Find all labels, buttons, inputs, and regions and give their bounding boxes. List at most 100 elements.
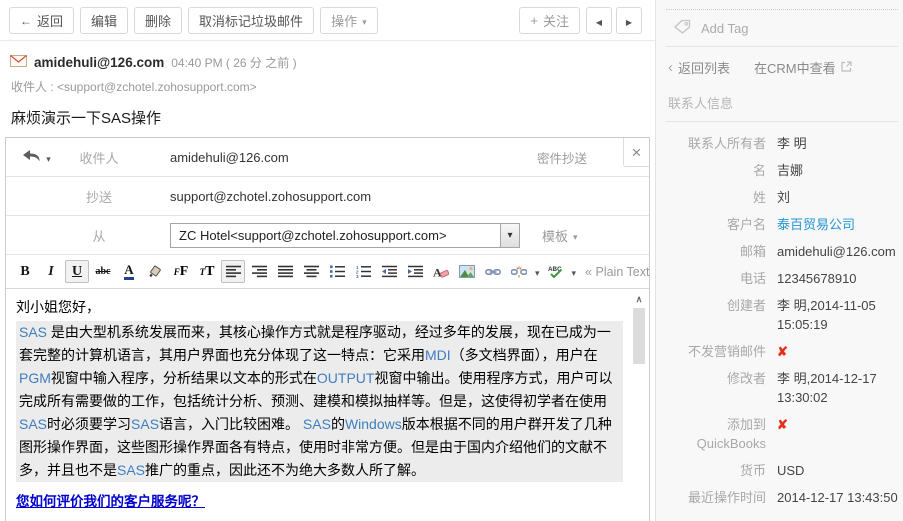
reply-mode-cell xyxy=(6,149,68,165)
field-label: 客户名 xyxy=(726,217,766,232)
arrow-left-icon xyxy=(596,13,602,28)
align-left-icon[interactable] xyxy=(221,260,245,283)
cross-icon: ✘ xyxy=(777,344,788,359)
editor-toolbar: BIUabcAFFTT123AABC « Plain Text xyxy=(6,255,649,289)
from-address-value: ZC Hotel<support@zchotel.zohosupport.com… xyxy=(179,227,447,243)
spellcheck-icon[interactable]: ABC xyxy=(544,260,568,283)
reply-icon[interactable] xyxy=(23,149,41,165)
previous-record-button[interactable] xyxy=(586,6,612,34)
sidebar-nav: 返回列表 在CRM中查看 xyxy=(666,47,898,87)
field-label: 名 xyxy=(752,163,766,178)
field-label: 不发营销邮件 xyxy=(687,344,766,359)
underline-icon[interactable]: U xyxy=(65,260,89,283)
email-header: amidehuli@126.com 04:40 PM ( 26 分 之前 ) 收… xyxy=(0,41,655,128)
bcc-toggle[interactable]: 密件抄送 xyxy=(537,148,587,167)
account-link[interactable]: 泰百贸易公司 xyxy=(777,215,855,234)
strikethrough-icon[interactable]: abc xyxy=(91,260,115,283)
contact-info-title: 联系人信息 xyxy=(666,87,898,122)
field-value: USD xyxy=(777,463,805,478)
svg-text:A: A xyxy=(433,265,442,279)
template-menu[interactable]: 模板 xyxy=(542,226,578,245)
recipient-line: 收件人 : <support@zchotel.zohosupport.com> xyxy=(11,80,257,94)
to-label: 收件人 xyxy=(79,150,119,166)
view-in-crm-label: 在CRM中查看 xyxy=(754,60,836,76)
reply-composer: 收件人 amidehuli@126.com 密件抄送 抄送 support@zc… xyxy=(5,137,650,521)
font-size-icon[interactable]: TT xyxy=(195,260,219,283)
email-paragraph: SAS 是由大型机系统发展而来，其核心操作方式就是程序驱动，经过多年的发展，现在… xyxy=(16,321,623,482)
to-field[interactable]: amidehuli@126.com xyxy=(170,150,289,165)
chevron-down-icon xyxy=(573,228,578,243)
field-label: 添加到 QuickBooks xyxy=(696,417,766,451)
editor-scrollbar[interactable] xyxy=(632,292,646,521)
edit-button[interactable]: 编辑 xyxy=(80,6,129,34)
justify-icon[interactable] xyxy=(273,260,297,283)
contact-field-row: 修改者 李 明,2014-12-17 13:30:02 xyxy=(666,369,898,407)
field-value: 李 明,2014-12-17 13:30:02 xyxy=(777,371,877,405)
indent-icon[interactable] xyxy=(403,260,427,283)
from-row: 从 ZC Hotel<support@zchotel.zohosupport.c… xyxy=(6,216,649,255)
plus-icon xyxy=(530,13,538,28)
clear-format-icon[interactable]: A xyxy=(429,260,453,283)
field-label: 电话 xyxy=(739,271,766,286)
cc-label: 抄送 xyxy=(85,189,112,205)
edit-button-label: 编辑 xyxy=(91,13,118,29)
actions-menu-button[interactable]: 操作 xyxy=(320,6,378,34)
close-composer-button[interactable] xyxy=(623,138,649,167)
contact-field-row: 不发营销邮件 ✘ xyxy=(666,342,898,361)
italic-icon[interactable]: I xyxy=(39,260,63,283)
field-label: 货币 xyxy=(739,463,766,478)
insert-image-icon[interactable] xyxy=(455,260,479,283)
contact-field-row: 名 吉娜 xyxy=(666,161,898,180)
chevron-left-icon xyxy=(668,60,673,75)
font-color-icon[interactable]: A xyxy=(117,260,141,283)
scrollbar-thumb[interactable] xyxy=(633,308,645,364)
envelope-icon xyxy=(10,55,27,70)
outdent-icon[interactable] xyxy=(377,260,401,283)
field-label: 联系人所有者 xyxy=(687,136,766,151)
reply-options-caret-icon[interactable] xyxy=(46,150,51,165)
back-arrow-icon xyxy=(20,13,32,28)
add-tag-label: Add Tag xyxy=(701,20,749,36)
from-address-select[interactable]: ZC Hotel<support@zchotel.zohosupport.com… xyxy=(170,222,520,248)
back-button[interactable]: 返回 xyxy=(9,6,75,34)
unlink-caret-icon[interactable] xyxy=(535,263,540,281)
field-value: 吉娜 xyxy=(777,163,804,178)
actions-label: 操作 xyxy=(331,13,358,29)
unmark-spam-button[interactable]: 取消标记垃圾邮件 xyxy=(188,6,315,34)
next-record-button[interactable] xyxy=(616,6,642,34)
insert-link-icon[interactable] xyxy=(481,260,505,283)
highlight-icon[interactable] xyxy=(143,260,167,283)
field-value: 2014-12-17 13:43:50 xyxy=(777,490,898,505)
field-label: 创建者 xyxy=(726,298,766,313)
back-to-list-label: 返回列表 xyxy=(678,60,731,76)
numbered-list-icon[interactable]: 123 xyxy=(351,260,375,283)
bold-icon[interactable]: B xyxy=(13,260,37,283)
email-detail-panel: 返回 编辑 删除 取消标记垃圾邮件 操作 关注 xyxy=(0,0,655,521)
sender-email: amidehuli@126.com xyxy=(34,55,165,70)
app-window: 返回 编辑 删除 取消标记垃圾邮件 操作 关注 xyxy=(0,0,903,521)
bullet-list-icon[interactable] xyxy=(325,260,349,283)
email-subject: 麻烦演示一下SAS操作 xyxy=(11,110,162,127)
unlink-icon[interactable] xyxy=(507,260,531,283)
view-in-crm-link[interactable]: 在CRM中查看 xyxy=(754,58,852,77)
cc-field[interactable]: support@zchotel.zohosupport.com xyxy=(170,189,371,204)
scroll-up-icon[interactable] xyxy=(632,292,646,306)
field-value: 李 明,2014-11-05 15:05:19 xyxy=(777,298,876,332)
delete-button[interactable]: 删除 xyxy=(134,6,183,34)
plain-text-toggle[interactable]: « Plain Text xyxy=(585,265,649,279)
contact-field-row: 最近操作时间 2014-12-17 13:43:50 xyxy=(666,488,898,507)
align-center-icon[interactable] xyxy=(299,260,323,283)
back-to-list-link[interactable]: 返回列表 xyxy=(668,58,730,77)
contact-fields: 联系人所有者 李 明 名 吉娜 姓 刘 客户名 泰百贸易公司 邮箱 amideh… xyxy=(666,122,898,507)
field-label: 最近操作时间 xyxy=(687,490,766,505)
editor-body[interactable]: 刘小姐您好， SAS 是由大型机系统发展而来，其核心操作方式就是程序驱动，经过多… xyxy=(6,289,649,521)
follow-button[interactable]: 关注 xyxy=(519,6,580,34)
spellcheck-caret-icon[interactable] xyxy=(572,263,577,281)
add-tag-button[interactable]: Add Tag xyxy=(666,9,898,47)
align-right-icon[interactable] xyxy=(247,260,271,283)
font-name-icon[interactable]: FF xyxy=(169,260,193,283)
cross-icon: ✘ xyxy=(777,417,788,432)
survey-link[interactable]: 您如何评价我们的客户服务呢？ xyxy=(16,490,205,513)
to-row: 收件人 amidehuli@126.com 密件抄送 xyxy=(6,138,649,177)
external-link-icon xyxy=(841,60,852,75)
